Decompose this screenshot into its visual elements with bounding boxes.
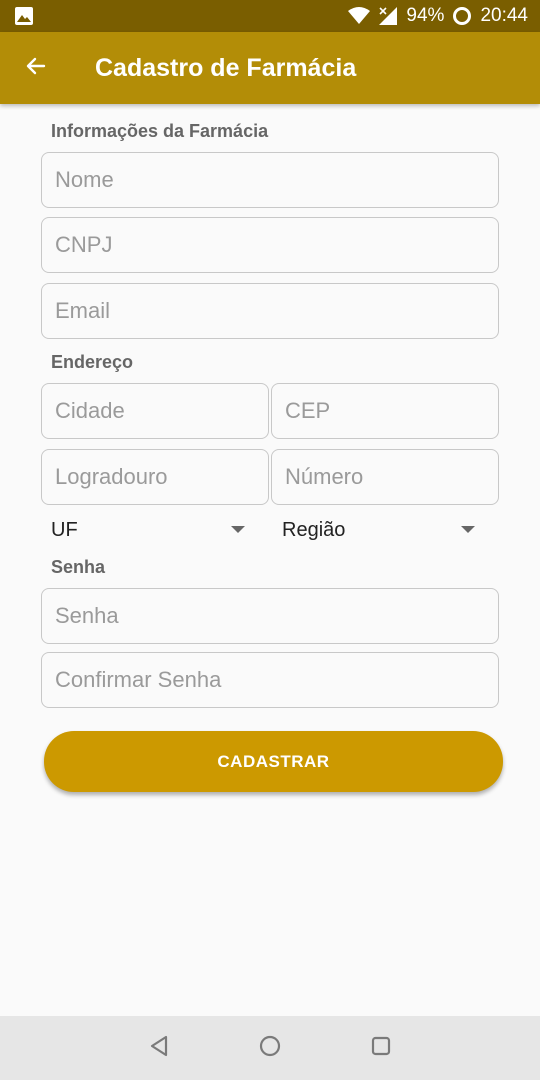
cidade-field[interactable] [41, 383, 269, 439]
status-bar: 94% 20:44 [0, 0, 540, 32]
page-title: Cadastro de Farmácia [95, 54, 357, 82]
cadastrar-button[interactable]: CADASTRAR [44, 731, 503, 792]
nome-field[interactable] [41, 152, 499, 208]
nav-back-button[interactable] [145, 1034, 173, 1062]
section-label-address: Endereço [51, 352, 134, 372]
cnpj-field[interactable] [41, 217, 499, 273]
confirmar-senha-field[interactable] [41, 652, 499, 708]
back-button[interactable] [16, 50, 56, 86]
section-label-pharmacy-info: Informações da Farmácia [51, 121, 269, 141]
dropdown-arrow-icon [231, 526, 245, 533]
regiao-dropdown[interactable]: Região [282, 512, 482, 548]
nav-home-button[interactable] [256, 1034, 284, 1062]
nav-recents-button[interactable] [367, 1034, 395, 1062]
clock-text: 20:44 [480, 5, 528, 26]
regiao-dropdown-value: Região [282, 518, 346, 541]
battery-level-text: 94% [406, 5, 445, 26]
uf-dropdown-value: UF [51, 518, 78, 541]
cep-field[interactable] [271, 383, 499, 439]
email-field[interactable] [41, 283, 499, 339]
senha-field[interactable] [41, 588, 499, 644]
battery-saver-icon [452, 6, 472, 26]
system-nav-bar [0, 1016, 540, 1080]
logradouro-field[interactable] [41, 449, 269, 505]
signal-icon [378, 6, 398, 26]
uf-dropdown[interactable]: UF [51, 512, 251, 548]
home-circle-icon [258, 1034, 282, 1063]
section-label-password: Senha [51, 557, 106, 577]
wifi-icon [348, 7, 371, 25]
app-bar: Cadastro de Farmácia [0, 32, 540, 104]
image-notification-icon [14, 6, 34, 26]
recents-square-icon [369, 1034, 393, 1063]
back-triangle-icon [147, 1034, 171, 1063]
numero-field[interactable] [271, 449, 499, 505]
arrow-left-icon [24, 54, 48, 83]
dropdown-arrow-icon [461, 526, 475, 533]
